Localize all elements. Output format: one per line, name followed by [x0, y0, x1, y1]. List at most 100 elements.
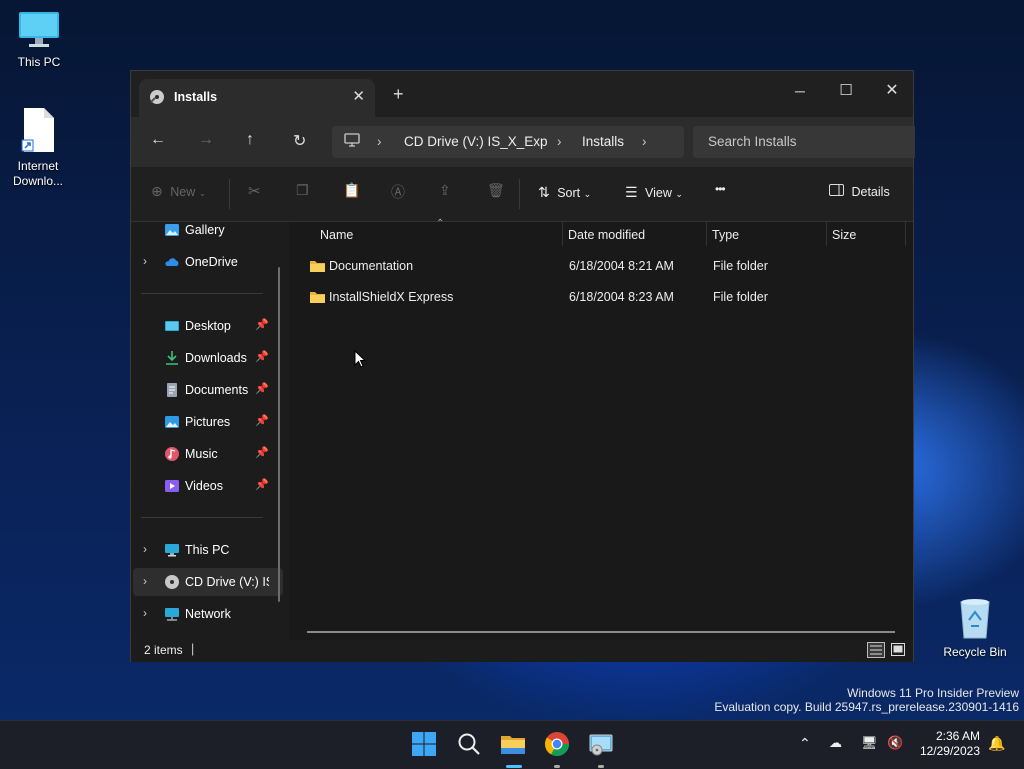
mouse-cursor — [354, 349, 367, 371]
cut-icon[interactable]: ✂ — [248, 182, 261, 200]
sidebar-item-documents[interactable]: Documents 📌 — [131, 376, 281, 404]
file-date: 6/18/2004 8:23 AM — [569, 290, 674, 304]
desktop-icon — [164, 318, 180, 334]
chevron-right-icon: › — [557, 134, 562, 149]
chevron-down-icon: ⌄ — [675, 189, 683, 199]
desktop-icon-recycle-bin[interactable]: Recycle Bin — [940, 596, 1010, 659]
search-input[interactable]: Search Installs — [693, 126, 915, 158]
new-tab-button[interactable]: + — [393, 84, 404, 105]
nav-pane-scrollbar[interactable] — [278, 267, 280, 602]
column-header-date[interactable]: Date modified — [568, 228, 645, 242]
divider — [229, 179, 230, 209]
sidebar-item-label: This PC — [185, 543, 230, 557]
sidebar-item-desktop[interactable]: Desktop 📌 — [131, 312, 281, 340]
sort-button[interactable]: ⇅ Sort ⌄ — [538, 184, 591, 201]
up-button[interactable]: ↑ — [246, 131, 254, 149]
paste-icon[interactable]: 📋 — [343, 182, 360, 199]
taskbar: ⌃ ☁ 🖥 🔇 2:36 AM 12/29/2023 🔔 — [0, 720, 1024, 769]
sidebar-item-network[interactable]: › Network — [131, 600, 281, 628]
close-tab-icon[interactable]: ✕ — [352, 87, 365, 105]
divider — [519, 179, 520, 209]
address-bar[interactable]: › CD Drive (V:) IS_X_Exp › Installs › — [332, 126, 684, 158]
tab-installs[interactable]: Installs ✕ — [139, 79, 375, 117]
column-separator[interactable] — [905, 222, 906, 246]
chevron-down-icon: ⌄ — [198, 188, 207, 198]
sidebar-item-cd-drive[interactable]: › CD Drive (V:) IS_X_Exp — [133, 568, 283, 596]
breadcrumb-cd-drive[interactable]: CD Drive (V:) IS_X_Exp — [404, 134, 548, 149]
sidebar-item-this-pc[interactable]: › This PC — [131, 536, 281, 564]
close-window-button[interactable]: ✕ — [869, 77, 915, 107]
new-button[interactable]: ⊕ New ⌄ — [151, 183, 206, 200]
chevron-right-icon[interactable]: › — [642, 134, 647, 149]
chevron-right-icon: › — [377, 134, 382, 149]
network-icon[interactable]: 🖥 — [861, 735, 878, 751]
sidebar-item-onedrive[interactable]: › OneDrive — [131, 248, 281, 276]
desktop-icon-internet-download[interactable]: Internet Downlo... — [3, 106, 73, 189]
navigation-bar: ← → ↑ ↻ › CD Drive (V:) IS_X_Exp › Insta… — [131, 117, 915, 167]
onedrive-offline-icon[interactable]: ☁ — [829, 735, 842, 751]
horizontal-scrollbar[interactable] — [307, 631, 895, 633]
file-row[interactable]: InstallShieldX Express 6/18/2004 8:23 AM… — [299, 283, 899, 313]
rename-icon[interactable]: Ⓐ — [391, 182, 405, 202]
column-header-name[interactable]: Name — [320, 228, 353, 242]
sidebar-item-videos[interactable]: Videos 📌 — [131, 472, 281, 500]
details-view-icon[interactable] — [867, 642, 885, 661]
monitor-icon — [4, 10, 74, 53]
forward-button[interactable]: → — [198, 131, 214, 149]
plus-circle-icon: ⊕ — [151, 183, 163, 199]
volume-muted-icon[interactable]: 🔇 — [887, 735, 903, 751]
refresh-button[interactable]: ↻ — [293, 131, 306, 151]
sidebar-item-music[interactable]: Music 📌 — [131, 440, 281, 468]
column-headers: ⌃ Name Date modified Type Size — [289, 218, 906, 250]
pin-icon: 📌 — [255, 319, 269, 331]
sidebar-item-gallery[interactable]: Gallery — [131, 216, 281, 244]
clock[interactable]: 2:36 AM 12/29/2023 — [908, 729, 980, 759]
copy-icon[interactable]: ❐ — [296, 182, 309, 199]
taskbar-file-explorer[interactable] — [499, 730, 529, 760]
desktop-icon-this-pc[interactable]: This PC — [4, 10, 74, 69]
chevron-right-icon[interactable]: › — [143, 254, 147, 268]
breadcrumb-installs[interactable]: Installs — [582, 134, 624, 149]
pin-icon: 📌 — [255, 351, 269, 363]
back-button[interactable]: ← — [150, 131, 166, 149]
column-separator[interactable] — [826, 222, 827, 246]
tab-title: Installs — [174, 90, 218, 104]
sidebar-item-label: OneDrive — [185, 255, 238, 269]
tiles-view-icon[interactable] — [891, 643, 905, 659]
column-header-size[interactable]: Size — [832, 228, 856, 242]
sidebar-item-downloads[interactable]: Downloads 📌 — [131, 344, 281, 372]
chevron-right-icon[interactable]: › — [143, 574, 147, 588]
music-icon — [164, 446, 180, 462]
minimize-button[interactable]: ─ — [777, 77, 823, 107]
pin-icon: 📌 — [255, 415, 269, 427]
delete-icon[interactable]: 🗑 — [487, 182, 505, 199]
column-separator[interactable] — [706, 222, 707, 246]
desktop-icon-label: Internet Downlo... — [12, 159, 64, 188]
taskbar-installer[interactable] — [587, 730, 617, 760]
column-header-type[interactable]: Type — [712, 228, 739, 242]
sidebar-item-pictures[interactable]: Pictures 📌 — [131, 408, 281, 436]
details-button[interactable]: Details — [829, 184, 890, 199]
more-options-icon[interactable]: ••• — [715, 182, 726, 196]
windows-logo-icon — [412, 732, 436, 756]
folder-icon — [309, 259, 326, 276]
share-icon[interactable]: ⇪ — [439, 182, 451, 199]
chevron-right-icon[interactable]: › — [143, 606, 147, 620]
pin-icon: 📌 — [255, 383, 269, 395]
search-button[interactable] — [455, 730, 485, 760]
maximize-button[interactable]: ☐ — [823, 77, 869, 107]
chevron-down-icon: ⌄ — [583, 189, 592, 199]
start-button[interactable] — [410, 730, 440, 760]
view-button[interactable]: ☰ View ⌄ — [625, 184, 683, 201]
notification-bell-icon[interactable]: 🔔 — [988, 735, 1005, 752]
chevron-right-icon[interactable]: › — [143, 542, 147, 556]
command-bar: ⊕ New ⌄ ✂ ❐ 📋 Ⓐ ⇪ 🗑 ⇅ Sort ⌄ ☰ View ⌄ ••… — [131, 167, 913, 222]
taskbar-chrome[interactable] — [543, 730, 573, 760]
watermark-line-2: Evaluation copy. Build 25947.rs_prerelea… — [714, 700, 1019, 714]
folder-icon — [309, 290, 326, 307]
file-date: 6/18/2004 8:21 AM — [569, 259, 674, 273]
file-row[interactable]: Documentation 6/18/2004 8:21 AM File fol… — [299, 252, 899, 282]
show-hidden-icons-chevron-up-icon[interactable]: ⌃ — [799, 735, 811, 752]
watermark-line-1: Windows 11 Pro Insider Preview — [847, 686, 1019, 700]
column-separator[interactable] — [562, 222, 563, 246]
